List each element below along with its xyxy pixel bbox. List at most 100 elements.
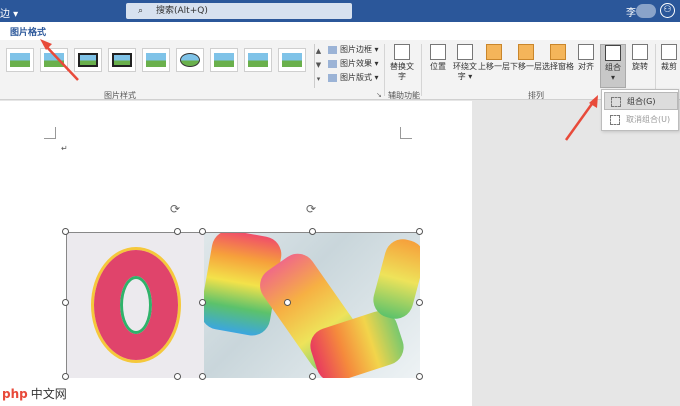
search-placeholder: 搜索(Alt+Q) (156, 6, 208, 16)
position-button[interactable]: 位置 (424, 44, 452, 72)
resize-handle[interactable] (199, 228, 206, 235)
picture-border-label: 图片边框 ▾ (340, 45, 379, 54)
paragraph-mark: ↵ (61, 144, 68, 153)
picture-layout-button[interactable]: 图片版式 ▾ (328, 72, 379, 83)
php-watermark-logo: php 中文网 (2, 385, 67, 402)
picture-effects-button[interactable]: 图片效果 ▾ (328, 58, 379, 69)
picture-style-4[interactable] (108, 48, 136, 72)
style-preview-icon (282, 53, 302, 67)
wrap-text-label-2: 字 ▾ (457, 72, 473, 81)
wrap-text-icon (457, 44, 473, 60)
search-icon: ⌕ (138, 6, 144, 16)
ribbon: ▲ ▼ ▾ 图片边框 ▾ 图片效果 ▾ 图片版式 ▾ 图片样式 ↘ 替换文字 辅… (0, 40, 680, 100)
picture-style-3[interactable] (74, 48, 102, 72)
style-preview-icon (180, 53, 200, 67)
style-preview-icon (248, 53, 268, 67)
picture-effects-icon (328, 59, 337, 68)
resize-handle[interactable] (416, 228, 423, 235)
send-backward-button[interactable]: 下移一层 (510, 44, 542, 72)
menu-item-group-label: 组合(G) (627, 97, 656, 106)
crop-label: 裁剪 (661, 62, 677, 71)
alt-text-button[interactable]: 替换文字 (388, 44, 416, 82)
group-label-accessibility: 辅助功能 (388, 91, 420, 100)
chevron-down-icon[interactable]: ▼ (315, 58, 322, 72)
position-label: 位置 (430, 62, 446, 71)
title-bar: 边 ▾ ⌕ 搜索(Alt+Q) 李 ⚇ (0, 0, 680, 22)
crop-button[interactable]: 裁剪 (658, 44, 680, 72)
selection-pane-button[interactable]: 选择窗格 (542, 44, 574, 72)
menu-item-ungroup-label: 取消组合(U) (626, 115, 671, 124)
picture-layout-label: 图片版式 ▾ (340, 73, 379, 82)
send-backward-label: 下移一层 (510, 62, 542, 71)
group-button[interactable]: 组合 ▾ (600, 44, 626, 88)
rotate-label: 旋转 (632, 62, 648, 71)
picture-style-8[interactable] (244, 48, 272, 72)
group-dropdown-menu: 组合(G) 取消组合(U) (601, 89, 679, 131)
resize-handle[interactable] (416, 299, 423, 306)
bring-forward-icon (486, 44, 502, 60)
picture-border-icon (328, 45, 337, 54)
picture-border-button[interactable]: 图片边框 ▾ (328, 44, 379, 55)
style-preview-icon (112, 53, 132, 67)
chevron-up-icon[interactable]: ▲ (315, 44, 322, 58)
style-preview-icon (44, 53, 64, 67)
popsicle-picture[interactable] (204, 233, 420, 378)
avatar[interactable]: ⚇ (660, 3, 675, 18)
send-backward-icon (518, 44, 534, 60)
resize-handle[interactable] (62, 299, 69, 306)
user-status-pill (636, 4, 656, 18)
document-page[interactable]: ↵ ⟳ ⟳ (0, 101, 472, 406)
gallery-more-icon[interactable]: ▾ (315, 72, 322, 86)
menu-item-group[interactable]: 组合(G) (604, 92, 678, 110)
resize-handle[interactable] (174, 228, 181, 235)
group-label-arrange: 排列 (528, 91, 544, 100)
picture-style-2[interactable] (40, 48, 68, 72)
rotate-handle-icon[interactable]: ⟳ (170, 202, 180, 216)
picture-style-5[interactable] (142, 48, 170, 72)
watermark-brand: php (2, 387, 28, 401)
picture-style-7[interactable] (210, 48, 238, 72)
resize-handle[interactable] (174, 373, 181, 380)
rotate-button[interactable]: 旋转 (628, 44, 652, 72)
align-button[interactable]: 对齐 (574, 44, 598, 72)
style-preview-icon (146, 53, 166, 67)
selection-pane-label: 选择窗格 (542, 62, 574, 71)
alt-text-label: 替换文字 (390, 62, 414, 81)
selection-pane-icon (550, 44, 566, 60)
resize-handle[interactable] (416, 373, 423, 380)
ungroup-objects-icon (610, 115, 620, 125)
style-preview-icon (214, 53, 234, 67)
search-box[interactable]: ⌕ 搜索(Alt+Q) (126, 3, 352, 19)
user-name: 李 (626, 8, 636, 19)
margin-corner-right (400, 127, 412, 139)
resize-handle[interactable] (284, 299, 291, 306)
resize-handle[interactable] (62, 228, 69, 235)
picture-style-1[interactable] (6, 48, 34, 72)
resize-handle[interactable] (309, 228, 316, 235)
quick-access-fragment[interactable]: 边 ▾ (0, 5, 18, 20)
group-label: 组合 (605, 63, 621, 72)
divider (421, 44, 422, 96)
donut-picture[interactable] (67, 233, 204, 378)
wrap-text-button[interactable]: 环绕文 字 ▾ (451, 44, 479, 82)
grouped-pictures[interactable] (66, 232, 420, 378)
picture-style-9[interactable] (278, 48, 306, 72)
picture-style-6[interactable] (176, 48, 204, 72)
gallery-scroll[interactable]: ▲ ▼ ▾ (314, 44, 322, 88)
resize-handle[interactable] (62, 373, 69, 380)
resize-handle[interactable] (199, 299, 206, 306)
resize-handle[interactable] (309, 373, 316, 380)
group-objects-icon (605, 45, 621, 61)
dialog-launcher-icon[interactable]: ↘ (376, 91, 382, 99)
resize-handle[interactable] (199, 373, 206, 380)
rotate-handle-icon[interactable]: ⟳ (306, 202, 316, 216)
alt-text-icon (394, 44, 410, 60)
chevron-down-icon: ▾ (610, 73, 615, 82)
menu-item-ungroup[interactable]: 取消组合(U) (604, 111, 678, 129)
picture-layout-icon (328, 73, 337, 82)
watermark-cn: 中文网 (30, 387, 67, 401)
group-label-picture-styles: 图片样式 (104, 91, 136, 100)
bring-forward-button[interactable]: 上移一层 (478, 44, 510, 72)
wrap-text-label: 环绕文 (453, 62, 477, 71)
rotate-icon (632, 44, 648, 60)
